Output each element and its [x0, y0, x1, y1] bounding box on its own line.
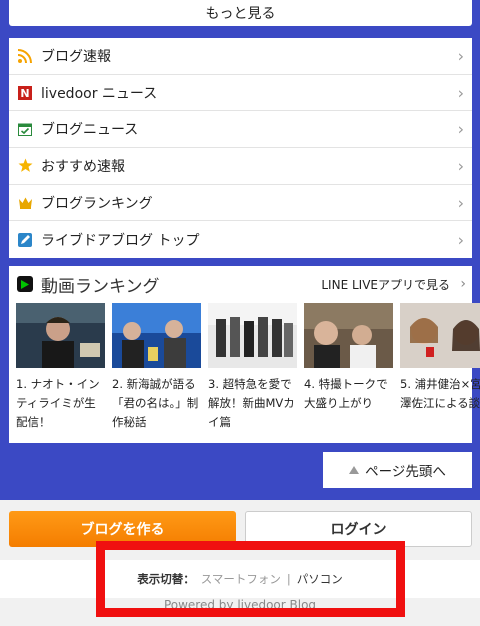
menu-item-blog-news-flash[interactable]: ブログ速報 › [9, 38, 472, 75]
video-thumbnail[interactable] [16, 303, 105, 368]
livedoor-news-icon: N [17, 85, 33, 101]
video-ranking-header: 動画ランキング LINE LIVEアプリで見る › [9, 266, 472, 302]
star-icon [17, 158, 33, 174]
video-item[interactable]: 5. 浦井健治×宮澤佐江による談 [400, 303, 480, 432]
chevron-right-icon: › [457, 193, 464, 213]
chevron-right-icon: › [460, 276, 466, 292]
video-thumbnail[interactable] [304, 303, 393, 368]
chevron-right-icon: › [457, 156, 464, 176]
video-item[interactable]: 2. 新海誠が語る「君の名は。」制作秘話 [112, 303, 201, 432]
more-button[interactable]: もっと見る [9, 0, 472, 26]
menu-item-label: livedoor ニュース [41, 85, 158, 102]
video-caption: 3. 超特急を愛で解放！新曲MVカイ篇 [208, 377, 295, 429]
chevron-right-icon: › [457, 230, 464, 250]
play-icon [17, 276, 33, 292]
menu-item-blog-ranking[interactable]: ブログランキング › [9, 185, 472, 222]
crown-icon [17, 195, 33, 211]
menu-item-recommended[interactable]: おすすめ速報 › [9, 148, 472, 185]
video-ranking-title: 動画ランキング [41, 276, 160, 297]
highlight-box [96, 541, 405, 617]
page-top-button[interactable]: ページ先頭へ [323, 452, 472, 488]
video-item[interactable]: 3. 超特急を愛で解放！新曲MVカイ篇 [208, 303, 297, 432]
chevron-right-icon: › [457, 46, 464, 66]
rss-icon [17, 48, 33, 64]
line-live-link[interactable]: LINE LIVEアプリで見る [321, 276, 450, 293]
video-thumbnail[interactable] [208, 303, 297, 368]
video-thumbnail[interactable] [400, 303, 480, 368]
chevron-right-icon: › [457, 119, 464, 139]
video-ranking-panel: 動画ランキング LINE LIVEアプリで見る › 1. ナオト・インティライミ… [9, 266, 480, 443]
page-top-label: ページ先頭へ [365, 464, 446, 480]
video-item[interactable]: 1. ナオト・インティライミが生配信！ [16, 303, 105, 432]
menu-item-label: ブログ速報 [41, 48, 111, 65]
svg-text:N: N [20, 87, 29, 100]
menu-list: ブログ速報 › N livedoor ニュース › ブログニュース › おすすめ… [9, 38, 472, 259]
pen-icon [17, 232, 33, 248]
menu-item-blog-news[interactable]: ブログニュース › [9, 111, 472, 149]
menu-item-label: ブログニュース [41, 122, 139, 139]
menu-item-livedoor-blog-top[interactable]: ライブドアブログ トップ › [9, 221, 472, 258]
menu-item-label: ブログランキング [41, 195, 153, 212]
menu-item-label: ライブドアブログ トップ [41, 232, 200, 249]
video-caption: 1. ナオト・インティライミが生配信！ [16, 377, 100, 429]
menu-item-label: おすすめ速報 [41, 158, 125, 175]
video-caption: 2. 新海誠が語る「君の名は。」制作秘話 [112, 377, 199, 429]
video-item[interactable]: 4. 特撮トークで大盛り上がり [304, 303, 393, 432]
chevron-right-icon: › [457, 83, 464, 103]
video-caption: 4. 特撮トークで大盛り上がり [304, 377, 388, 410]
video-thumbnail[interactable] [112, 303, 201, 368]
menu-item-livedoor-news[interactable]: N livedoor ニュース › [9, 75, 472, 112]
video-list: 1. ナオト・インティライミが生配信！ 2. 新海誠が語る「君の名は。」制作秘話… [16, 303, 480, 432]
triangle-up-icon [349, 466, 360, 474]
video-caption: 5. 浦井健治×宮澤佐江による談 [400, 377, 480, 410]
calendar-check-icon [17, 121, 33, 137]
